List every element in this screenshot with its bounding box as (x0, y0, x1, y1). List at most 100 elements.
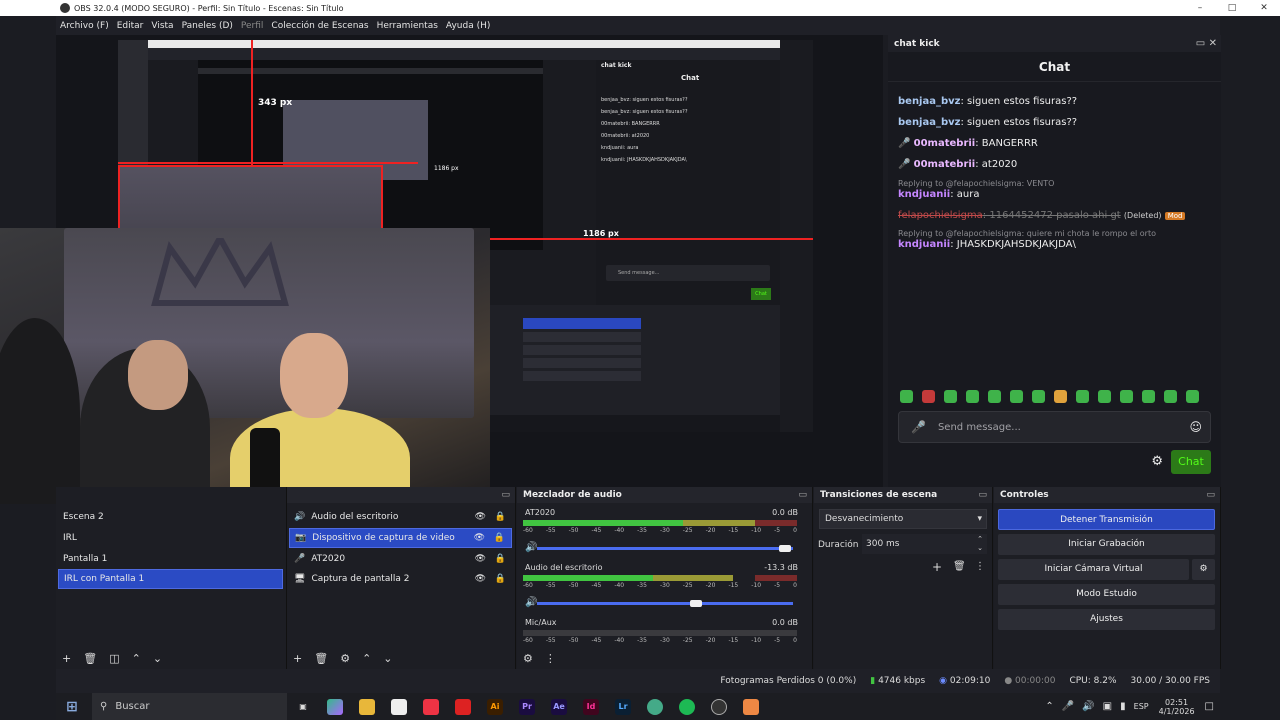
app-icon[interactable] (743, 698, 759, 715)
copilot-icon[interactable] (327, 698, 343, 715)
language-indicator[interactable]: ESP (1134, 702, 1149, 711)
gear-icon[interactable]: ⚙ (340, 652, 350, 665)
speaker-icon[interactable]: 🔊 (525, 597, 537, 608)
more-options-icon[interactable]: ⋮ (545, 652, 556, 665)
emote-icon[interactable] (1010, 390, 1023, 403)
menu-perfil[interactable]: Perfil (241, 21, 264, 31)
transition-select[interactable]: Desvanecimiento ▾ (819, 509, 987, 529)
emoji-icon[interactable]: ☺ (1189, 420, 1202, 434)
visibility-eye-icon[interactable]: 👁 (475, 512, 486, 522)
premiere-icon[interactable]: Pr (519, 698, 535, 715)
add-icon[interactable]: + (62, 652, 71, 665)
stop-streaming-button[interactable]: Detener Transmisión (998, 509, 1215, 530)
menu-ayuda[interactable]: Ayuda (H) (446, 21, 490, 31)
start-virtual-camera-button[interactable]: Iniciar Cámara Virtual (998, 559, 1189, 580)
menu-paneles[interactable]: Paneles (D) (182, 21, 233, 31)
store-icon[interactable] (391, 698, 407, 715)
menu-archivo[interactable]: Archivo (F) (60, 21, 109, 31)
volume-slider-knob[interactable] (779, 545, 792, 552)
lightroom-icon[interactable]: Lr (615, 698, 631, 715)
volume-slider-knob[interactable] (689, 600, 702, 607)
filter-icon[interactable]: ◫ (109, 652, 119, 665)
task-view-icon[interactable]: ▣ (295, 699, 311, 715)
trash-icon[interactable]: 🗑 (953, 561, 966, 572)
emote-icon[interactable] (1054, 390, 1067, 403)
scene-item[interactable]: IRL (58, 528, 283, 548)
move-up-icon[interactable]: ⌃ (132, 652, 141, 665)
add-icon[interactable]: + (293, 652, 302, 665)
chat-send-input[interactable]: 🎤 Send message... ☺ (898, 411, 1211, 443)
windows-start-icon[interactable]: ⊞ (64, 699, 80, 715)
battery-tray-icon[interactable]: ▮ (1120, 701, 1126, 712)
visibility-eye-icon[interactable]: 👁 (475, 574, 486, 584)
trash-icon[interactable]: 🗑 (83, 652, 97, 665)
lock-icon[interactable]: 🔒 (494, 533, 505, 543)
emote-icon[interactable] (1076, 390, 1089, 403)
move-up-icon[interactable]: ⌃ (362, 652, 371, 665)
notification-icon[interactable]: □ (1205, 701, 1214, 712)
emote-icon[interactable] (1186, 390, 1199, 403)
maximize-icon[interactable]: □ (1216, 0, 1248, 16)
menu-coleccion[interactable]: Colección de Escenas (271, 21, 368, 31)
system-tray-chevron-icon[interactable]: ⌃ (1045, 701, 1053, 712)
trash-icon[interactable]: 🗑 (314, 652, 328, 665)
volume-slider[interactable] (537, 547, 793, 550)
emote-icon[interactable] (1142, 390, 1155, 403)
scene-item[interactable]: Pantalla 1 (58, 549, 283, 569)
emote-icon[interactable] (922, 390, 935, 403)
settings-button[interactable]: Ajustes (998, 609, 1215, 630)
emote-icon[interactable] (900, 390, 913, 403)
menu-herramientas[interactable]: Herramientas (377, 21, 438, 31)
taskbar-search[interactable]: ⚲ Buscar (92, 693, 287, 720)
volume-slider[interactable] (537, 602, 793, 605)
chat-send-button[interactable]: Chat (1171, 450, 1211, 474)
scene-item-selected[interactable]: IRL con Pantalla 1 (58, 569, 283, 589)
move-down-icon[interactable]: ⌄ (153, 652, 162, 665)
visibility-eye-icon[interactable]: 👁 (474, 533, 485, 543)
dock-float-icon[interactable]: ▭ (1206, 490, 1215, 500)
mic-tray-icon[interactable]: 🎤 (1062, 701, 1074, 712)
dock-float-icon[interactable]: ▭ (978, 490, 987, 500)
chat-settings-gear-icon[interactable]: ⚙ (1151, 454, 1163, 469)
more-options-icon[interactable]: ⋮ (975, 561, 985, 572)
move-down-icon[interactable]: ⌄ (383, 652, 392, 665)
emote-icon[interactable] (988, 390, 1001, 403)
source-item-selected[interactable]: 📷 Dispositivo de captura de video 👁 🔒 (289, 528, 512, 548)
lock-icon[interactable]: 🔒 (495, 512, 506, 522)
chrome-icon[interactable] (647, 698, 663, 715)
emote-icon[interactable] (1098, 390, 1111, 403)
scene-item[interactable]: Escena 2 (58, 507, 283, 527)
speaker-icon[interactable]: 🔊 (525, 542, 537, 553)
source-item[interactable]: 🖥 Captura de pantalla 2 👁 🔒 (289, 569, 512, 589)
source-item[interactable]: 🔊 Audio del escritorio 👁 🔒 (289, 507, 512, 527)
emote-icon[interactable] (966, 390, 979, 403)
emote-icon[interactable] (1164, 390, 1177, 403)
advanced-audio-gear-icon[interactable]: ⚙ (523, 652, 533, 665)
duration-input[interactable]: 300 ms ⌃ ⌄ (862, 534, 987, 554)
emote-icon[interactable] (944, 390, 957, 403)
add-icon[interactable]: + (932, 560, 942, 574)
indesign-icon[interactable]: Id (583, 698, 599, 715)
emote-icon[interactable] (1032, 390, 1045, 403)
lock-icon[interactable]: 🔒 (495, 554, 506, 564)
source-item[interactable]: 🎤 AT2020 👁 🔒 (289, 549, 512, 569)
after-effects-icon[interactable]: Ae (551, 698, 567, 715)
menu-editar[interactable]: Editar (117, 21, 144, 31)
dock-close-icon[interactable]: ▭ ✕ (1196, 38, 1217, 49)
spotify-icon[interactable] (679, 698, 695, 715)
camera-source-overlay[interactable] (0, 228, 490, 504)
illustrator-icon[interactable]: Ai (487, 698, 503, 715)
acrobat-icon[interactable] (455, 698, 471, 715)
emote-icon[interactable] (1120, 390, 1133, 403)
obs-taskbar-icon[interactable] (711, 698, 727, 715)
lock-icon[interactable]: 🔒 (495, 574, 506, 584)
virtual-camera-gear-icon[interactable]: ⚙ (1192, 559, 1215, 580)
studio-mode-button[interactable]: Modo Estudio (998, 584, 1215, 605)
menu-vista[interactable]: Vista (151, 21, 173, 31)
dock-float-icon[interactable]: ▭ (501, 490, 510, 500)
start-recording-button[interactable]: Iniciar Grabación (998, 534, 1215, 555)
dock-float-icon[interactable]: ▭ (798, 490, 807, 500)
network-tray-icon[interactable]: ▣ (1103, 701, 1112, 712)
close-icon[interactable]: ✕ (1248, 0, 1280, 16)
minimize-icon[interactable]: – (1184, 0, 1216, 16)
